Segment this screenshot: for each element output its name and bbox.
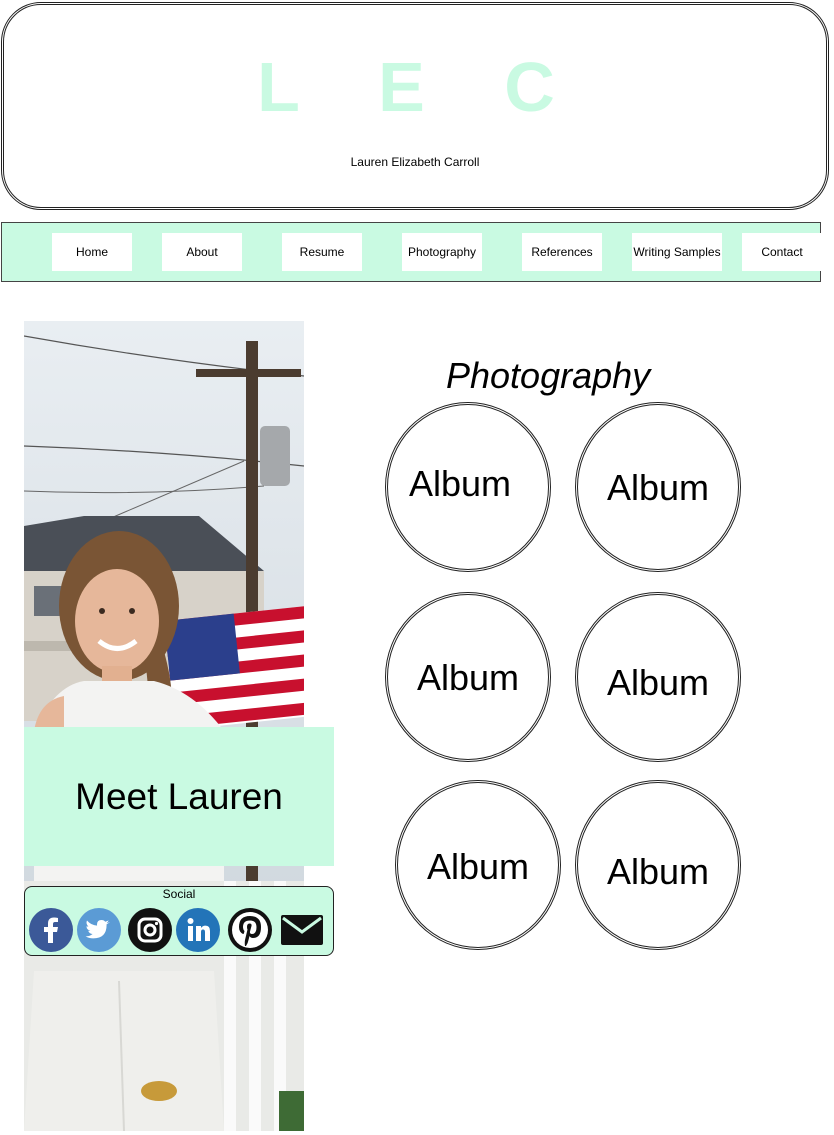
album-label: Album <box>606 851 710 892</box>
instagram-icon[interactable] <box>127 907 173 953</box>
nav-about[interactable]: About <box>162 233 242 271</box>
main-nav: Home About Resume Photography References… <box>1 222 822 282</box>
album-label: Album <box>408 463 512 504</box>
nav-resume[interactable]: Resume <box>282 233 362 271</box>
facebook-icon[interactable] <box>28 907 74 953</box>
nav-references[interactable]: References <box>522 233 602 271</box>
linkedin-icon[interactable] <box>175 907 221 953</box>
social-box: Social <box>24 886 334 956</box>
site-logo[interactable]: L E C <box>4 47 826 127</box>
email-icon[interactable] <box>279 907 325 953</box>
meet-lauren-link[interactable]: Meet Lauren <box>24 727 334 866</box>
nav-contact[interactable]: Contact <box>742 233 822 271</box>
album-label: Album <box>426 846 530 887</box>
album-4[interactable]: Album <box>575 592 741 762</box>
pinterest-icon[interactable] <box>227 907 273 953</box>
site-header: L E C Lauren Elizabeth Carroll <box>1 2 829 210</box>
portrait-photo <box>24 321 304 1131</box>
nav-home[interactable]: Home <box>52 233 132 271</box>
album-6[interactable]: Album <box>575 780 741 950</box>
album-1[interactable]: Album <box>385 402 551 572</box>
album-3[interactable]: Album <box>385 592 551 762</box>
photography-title: Photography <box>446 355 651 396</box>
nav-writing-samples[interactable]: Writing Samples <box>632 233 722 271</box>
twitter-icon[interactable] <box>76 907 122 953</box>
nav-photography[interactable]: Photography <box>402 233 482 271</box>
album-5[interactable]: Album <box>395 780 561 950</box>
site-subtitle: Lauren Elizabeth Carroll <box>350 155 480 169</box>
social-label: Social <box>162 887 196 901</box>
album-label: Album <box>416 657 520 698</box>
album-2[interactable]: Album <box>575 402 741 572</box>
album-label: Album <box>606 467 710 508</box>
album-label: Album <box>606 662 710 703</box>
